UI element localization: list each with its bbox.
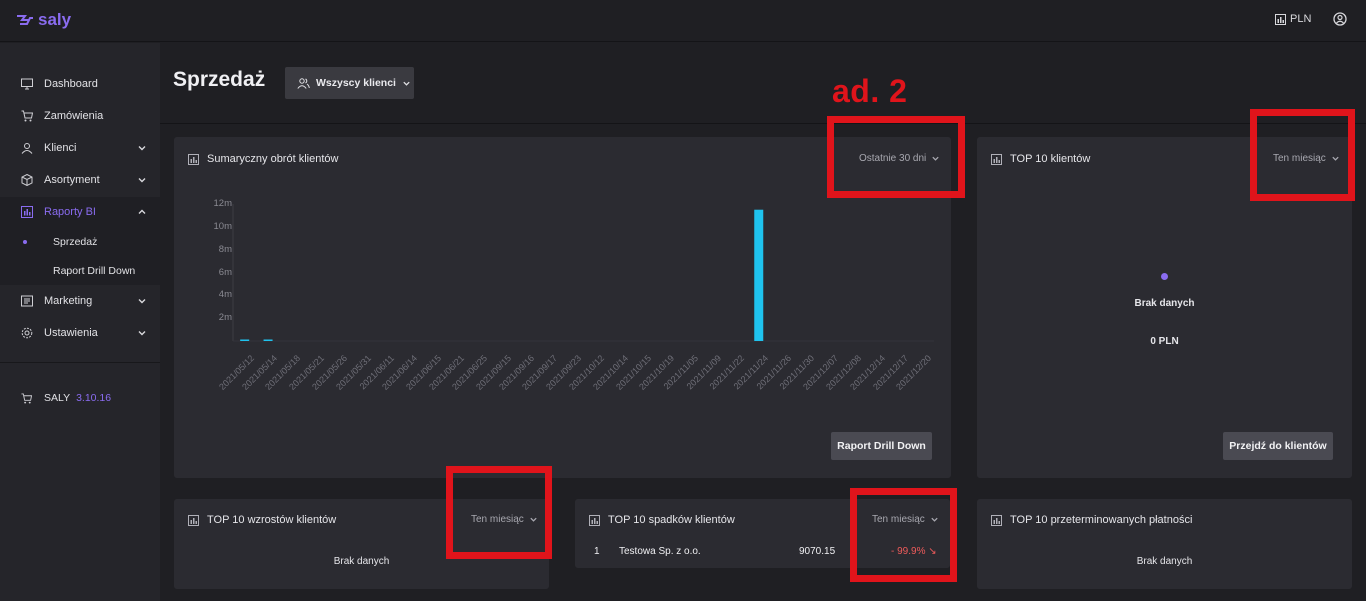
y-tick-label: 8m bbox=[218, 243, 232, 255]
currency-label: PLN bbox=[1290, 13, 1312, 25]
cart-icon bbox=[21, 110, 33, 122]
chevron-down-icon bbox=[138, 331, 146, 336]
sidebar-item-marketing[interactable]: Marketing bbox=[0, 286, 160, 316]
y-tick-label: 2m bbox=[218, 312, 232, 324]
version-label: SALY bbox=[44, 392, 71, 404]
report-icon bbox=[589, 514, 600, 526]
no-data-text: Brak danych bbox=[1136, 556, 1193, 567]
box-icon bbox=[21, 174, 33, 186]
page-title: Sprzedaż bbox=[173, 68, 266, 91]
sidebar-item-dashboard[interactable]: Dashboard bbox=[0, 69, 160, 99]
sidebar-item-label: Asortyment bbox=[44, 174, 100, 186]
card-title-text: TOP 10 wzrostów klientów bbox=[207, 514, 337, 526]
client-select-label: Wszyscy klienci bbox=[316, 77, 396, 89]
annotation-label: ad. 2 bbox=[832, 73, 908, 109]
header-divider bbox=[160, 123, 1366, 124]
top10-overdue-card: TOP 10 przeterminowanych płatności Brak … bbox=[977, 499, 1352, 589]
report-icon bbox=[188, 514, 199, 526]
drill-down-button[interactable]: Raport Drill Down bbox=[831, 432, 932, 460]
card-title: TOP 10 przeterminowanych płatności bbox=[991, 514, 1192, 526]
y-tick-label: 10m bbox=[213, 220, 232, 232]
chevron-down-icon bbox=[403, 81, 410, 86]
user-icon bbox=[21, 143, 33, 154]
sidebar-item-label: Zamówienia bbox=[44, 110, 104, 122]
sidebar-divider bbox=[0, 362, 160, 363]
no-data-text: Brak danych bbox=[1134, 298, 1195, 309]
sidebar-item-label: Marketing bbox=[44, 295, 93, 307]
client-select[interactable]: Wszyscy klienci bbox=[285, 67, 414, 99]
sidebar-subitem-drill-down[interactable]: Raport Drill Down bbox=[0, 256, 160, 285]
annotation-box-growth bbox=[446, 466, 552, 559]
sidebar-item-orders[interactable]: Zamówienia bbox=[0, 101, 160, 131]
sidebar: Dashboard Zamówienia Klienci Asortyment … bbox=[0, 43, 160, 601]
total-value: 0 PLN bbox=[1150, 336, 1179, 347]
logo-icon bbox=[17, 15, 33, 25]
logo-text: saly bbox=[38, 10, 72, 29]
report-icon bbox=[21, 206, 33, 218]
card-title: TOP 10 klientów bbox=[991, 153, 1090, 165]
user-circle-icon[interactable] bbox=[1333, 12, 1347, 26]
top-bar: saly PLN bbox=[0, 0, 1366, 42]
report-icon bbox=[991, 153, 1002, 165]
currency-switch[interactable]: PLN bbox=[1275, 13, 1311, 25]
sidebar-item-assortment[interactable]: Asortyment bbox=[0, 165, 160, 195]
chart-bar[interactable] bbox=[240, 339, 250, 342]
sidebar-subitem-label: Raport Drill Down bbox=[53, 264, 136, 277]
chevron-down-icon bbox=[138, 146, 146, 151]
report-icon bbox=[1275, 13, 1286, 25]
chevron-down-icon bbox=[138, 178, 146, 183]
card-title: TOP 10 spadków klientów bbox=[589, 514, 735, 526]
gear-icon bbox=[21, 327, 33, 339]
monitor-icon bbox=[21, 78, 33, 90]
cart-icon bbox=[21, 392, 32, 404]
annotation-box-decline bbox=[850, 488, 957, 582]
chart-bar[interactable] bbox=[754, 209, 764, 341]
card-title-text: TOP 10 spadków klientów bbox=[608, 514, 735, 526]
card-title: TOP 10 wzrostów klientów bbox=[188, 514, 336, 526]
annotation-box-top10 bbox=[1250, 109, 1355, 201]
chevron-down-icon bbox=[138, 299, 146, 304]
annotation-box-period bbox=[827, 116, 965, 198]
row-client-name: Testowa Sp. z o.o. bbox=[619, 546, 701, 557]
empty-indicator-dot bbox=[1161, 273, 1168, 280]
chart-bar[interactable] bbox=[263, 339, 273, 342]
card-title-text: TOP 10 klientów bbox=[1010, 153, 1091, 165]
sidebar-item-settings[interactable]: Ustawienia bbox=[0, 318, 160, 348]
y-tick-label: 6m bbox=[218, 266, 232, 278]
active-dot bbox=[23, 239, 27, 244]
y-tick-label: 12m bbox=[213, 198, 232, 209]
y-tick-label: 4m bbox=[218, 289, 232, 301]
sidebar-subitem-sales[interactable]: Sprzedaż bbox=[0, 227, 160, 256]
sidebar-item-clients[interactable]: Klienci bbox=[0, 133, 160, 163]
sidebar-item-label: Dashboard bbox=[44, 78, 98, 90]
row-rank: 1 bbox=[594, 546, 600, 557]
sidebar-subitem-label: Sprzedaż bbox=[53, 235, 98, 248]
version-number: 3.10.16 bbox=[76, 392, 112, 404]
app-version: SALY 3.10.16 bbox=[21, 392, 111, 404]
users-icon bbox=[297, 77, 310, 89]
go-to-clients-button[interactable]: Przejdź do klientów bbox=[1223, 432, 1333, 460]
row-value: 9070.15 bbox=[799, 546, 836, 557]
report-icon bbox=[991, 514, 1002, 526]
app-logo[interactable]: saly bbox=[16, 10, 71, 30]
sidebar-item-label: Raporty BI bbox=[44, 206, 96, 218]
sidebar-item-label: Ustawienia bbox=[44, 327, 98, 339]
sidebar-item-reports-bi[interactable]: Raporty BI bbox=[0, 197, 160, 227]
megaphone-icon bbox=[21, 295, 33, 307]
chevron-up-icon bbox=[138, 209, 146, 214]
card-title-text: TOP 10 przeterminowanych płatności bbox=[1010, 514, 1193, 526]
sidebar-item-label: Klienci bbox=[44, 142, 77, 154]
